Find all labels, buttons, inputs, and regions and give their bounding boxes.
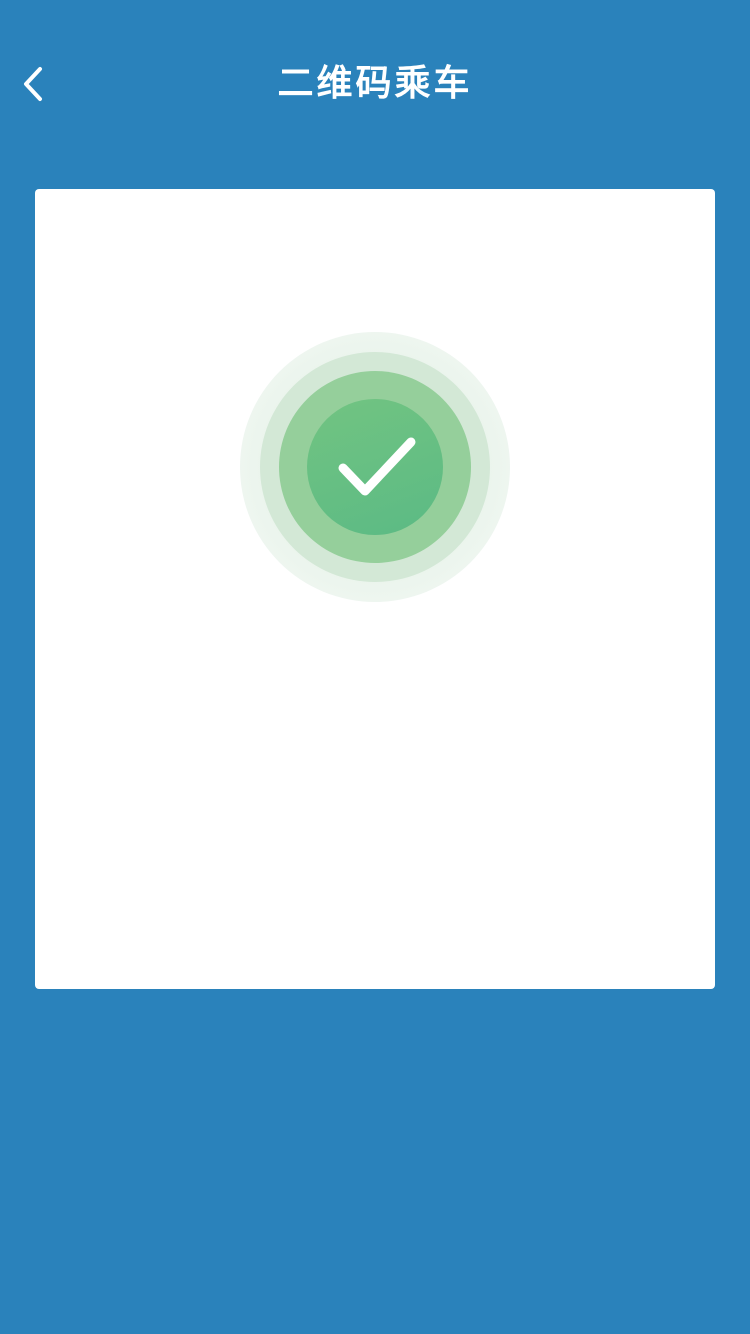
qr-card: [35, 189, 715, 989]
page-title: 二维码乘车: [277, 63, 473, 104]
navigation-bar: 二维码乘车: [0, 40, 750, 128]
check-icon: [338, 437, 416, 496]
success-status-indicator: [240, 332, 510, 602]
